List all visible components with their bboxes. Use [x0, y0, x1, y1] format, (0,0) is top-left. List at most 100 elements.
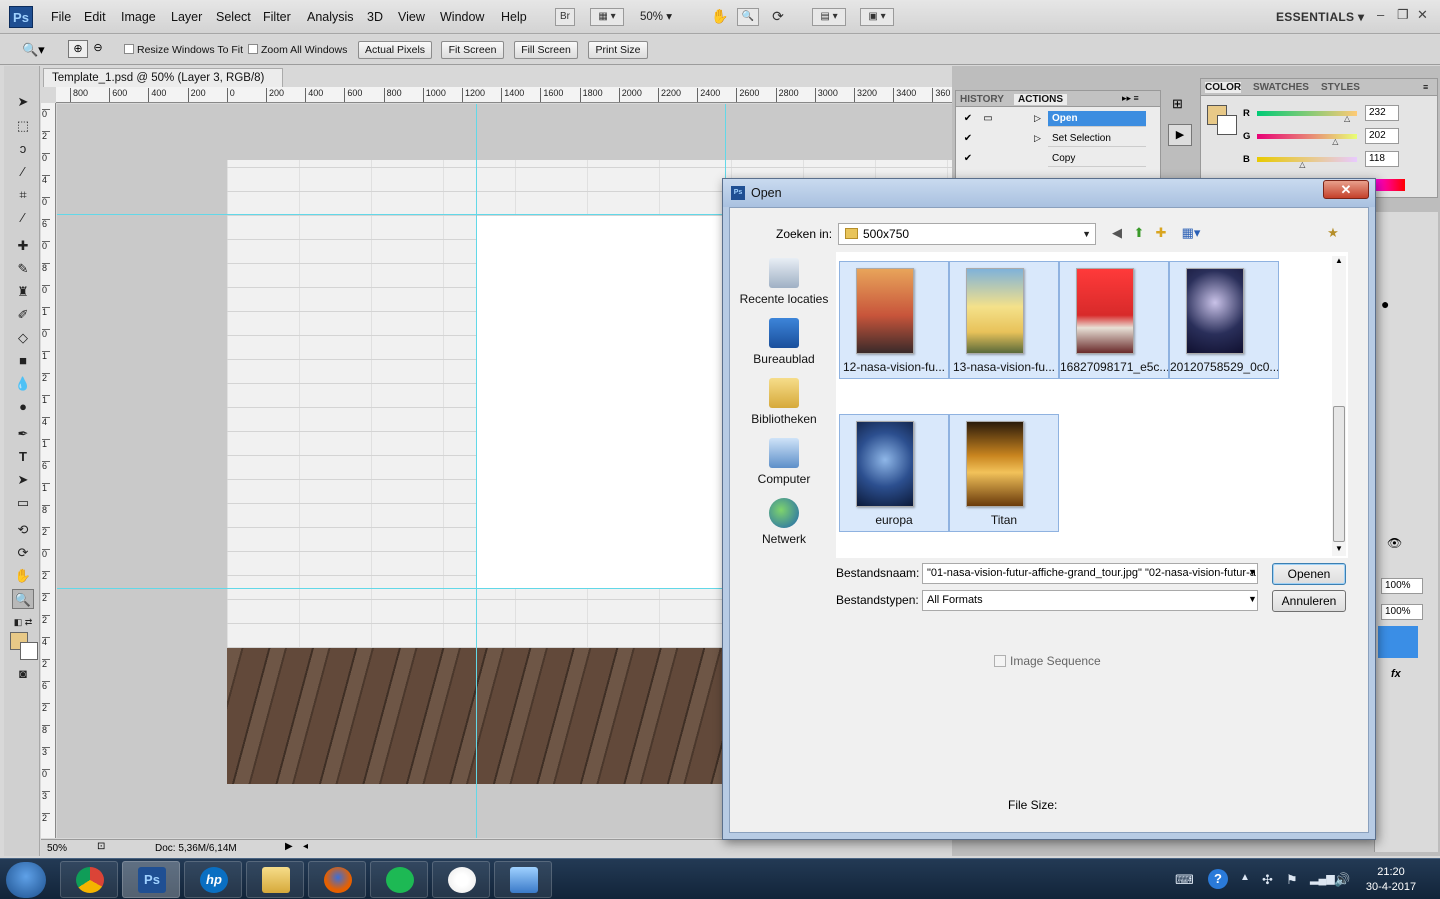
menu-view[interactable]: View [398, 10, 425, 24]
hand-tool-icon[interactable]: ✋ [12, 566, 34, 586]
eyedropper-tool-icon[interactable]: ⁄ [12, 208, 34, 228]
blur-tool-icon[interactable]: 💧 [12, 374, 34, 394]
actual-pixels-button[interactable]: Actual Pixels [358, 41, 432, 59]
document-tab[interactable]: Template_1.psd @ 50% (Layer 3, RGB/8) ✕ [43, 68, 283, 102]
shape-tool-icon[interactable]: ▭ [12, 493, 34, 513]
tab-styles[interactable]: STYLES [1321, 82, 1360, 93]
menu-filter[interactable]: Filter [263, 10, 291, 24]
action-open[interactable]: Open [1048, 111, 1146, 127]
clock[interactable]: 21:20 30-4-2017 [1358, 865, 1424, 895]
selected-layer-row[interactable] [1378, 626, 1418, 658]
dodge-tool-icon[interactable]: ● [12, 397, 34, 417]
quick-mask-icon[interactable]: ◙ [12, 664, 34, 684]
menu-edit[interactable]: Edit [84, 10, 106, 24]
expand-triangle-icon[interactable]: ▷ [1034, 113, 1041, 124]
help-icon[interactable]: ? [1208, 869, 1228, 889]
taskbar-explorer[interactable] [246, 861, 304, 898]
pen-tool-icon[interactable]: ✒ [12, 424, 34, 444]
background-color-swatch[interactable] [20, 642, 38, 660]
file-item[interactable]: Titan [949, 414, 1059, 532]
swap-colors-icon[interactable]: ◧ ⇄ [12, 612, 34, 632]
brush-tool-icon[interactable]: ✎ [12, 259, 34, 279]
menu-window[interactable]: Window [440, 10, 484, 24]
red-channel-slider[interactable]: R 232 △ [1241, 105, 1411, 123]
image-sequence-checkbox[interactable]: Image Sequence [994, 654, 1101, 668]
action-toggle-check-icon[interactable]: ✔ [962, 133, 974, 145]
status-menu-arrow-icon[interactable]: ▶ [285, 841, 293, 852]
new-folder-icon[interactable]: ✚ [1152, 224, 1170, 242]
favorites-folder-icon[interactable]: ★ [1324, 224, 1342, 242]
menu-analysis[interactable]: Analysis [307, 10, 354, 24]
chevron-down-icon[interactable]: ▼ [1248, 567, 1257, 577]
tab-actions[interactable]: ACTIONS [1014, 94, 1067, 105]
menu-3d[interactable]: 3D [367, 10, 383, 24]
restore-icon[interactable]: ❐ [1397, 7, 1409, 23]
action-copy[interactable]: Copy [1048, 151, 1146, 167]
zoom-level-select[interactable]: 50% ▾ [640, 9, 688, 26]
crop-tool-icon[interactable]: ⌗ [12, 185, 34, 205]
taskbar-paint[interactable] [432, 861, 490, 898]
slider-knob-icon[interactable]: △ [1332, 137, 1338, 146]
action-toggle-check-icon[interactable]: ✔ [962, 153, 974, 165]
panel-menu-icon[interactable]: ≡ [1423, 82, 1428, 92]
filetype-select[interactable]: All Formats [922, 590, 1258, 611]
workspace-switcher[interactable]: ESSENTIALS ▾ [1276, 10, 1364, 24]
tab-swatches[interactable]: SWATCHES [1253, 82, 1309, 93]
zoom-all-windows-checkbox[interactable]: Zoom All Windows [248, 44, 347, 56]
3d-rotate-tool-icon[interactable]: ⟲ [12, 520, 34, 540]
file-item[interactable]: europa [839, 414, 949, 532]
tab-history[interactable]: HISTORY [960, 94, 1004, 105]
opacity-field[interactable]: 100% [1381, 578, 1423, 594]
bridge-button[interactable]: Br [555, 8, 575, 26]
fit-screen-button[interactable]: Fit Screen [441, 41, 504, 59]
file-item[interactable]: 13-nasa-vision-fu... [949, 261, 1059, 379]
place-libraries[interactable]: Bibliotheken [738, 378, 830, 426]
taskbar-chrome[interactable] [60, 861, 118, 898]
close-icon[interactable]: ✕ [1417, 7, 1428, 23]
3d-orbit-tool-icon[interactable]: ⟳ [12, 543, 34, 563]
quick-selection-tool-icon[interactable]: ⁄ [12, 162, 34, 182]
file-list-scrollbar[interactable]: ▲ ▼ [1332, 256, 1346, 556]
action-toggle-check-icon[interactable]: ✔ [962, 113, 974, 125]
action-set-selection[interactable]: Set Selection [1048, 131, 1146, 147]
menu-help[interactable]: Help [501, 10, 527, 24]
resize-windows-checkbox[interactable]: Resize Windows To Fit [124, 44, 243, 56]
look-in-combo[interactable]: 500x750 ▼ [838, 223, 1096, 245]
view-extras-icon[interactable]: ▦ ▾ [590, 8, 624, 26]
taskbar-spotify[interactable] [370, 861, 428, 898]
hand-tool-icon[interactable]: ✋ [710, 8, 730, 26]
screen-mode-icon[interactable]: ▣ ▾ [860, 8, 894, 26]
tab-color[interactable]: COLOR [1205, 82, 1242, 93]
taskbar-image-viewer[interactable] [494, 861, 552, 898]
scroll-up-icon[interactable]: ▲ [1335, 256, 1343, 265]
history-panel-icon[interactable]: ⊞ [1172, 96, 1183, 112]
status-info-icon[interactable]: ⊡ [97, 841, 105, 852]
scroll-left-icon[interactable]: ◂ [303, 841, 308, 852]
file-item[interactable]: 20120758529_0c0... [1169, 261, 1279, 379]
expand-triangle-icon[interactable]: ▷ [1034, 133, 1041, 144]
path-selection-tool-icon[interactable]: ➤ [12, 470, 34, 490]
status-zoom[interactable]: 50% [47, 843, 67, 854]
view-menu-icon[interactable]: ▦▾ [1178, 224, 1204, 242]
action-center-flag-icon[interactable]: ⚑ [1286, 872, 1298, 888]
place-computer[interactable]: Computer [738, 438, 830, 486]
keyboard-icon[interactable]: ⌨ [1175, 872, 1194, 888]
taskbar-firefox[interactable] [308, 861, 366, 898]
menu-layer[interactable]: Layer [171, 10, 202, 24]
taskbar-hp[interactable]: hp [184, 861, 242, 898]
scrollbar-thumb[interactable] [1333, 406, 1345, 542]
menu-file[interactable]: File [51, 10, 71, 24]
green-channel-slider[interactable]: G 202 △ [1241, 128, 1411, 146]
blue-channel-slider[interactable]: B 118 △ [1241, 151, 1411, 169]
fill-field[interactable]: 100% [1381, 604, 1423, 620]
rotate-view-icon[interactable]: ⟳ [768, 8, 788, 26]
place-network[interactable]: Netwerk [738, 498, 830, 546]
fill-screen-button[interactable]: Fill Screen [514, 41, 578, 59]
type-tool-icon[interactable]: T [12, 447, 34, 467]
green-value[interactable]: 202 [1365, 128, 1399, 144]
zoom-tool-icon[interactable]: 🔍 [12, 589, 34, 609]
clone-stamp-tool-icon[interactable]: ♜ [12, 282, 34, 302]
lasso-tool-icon[interactable]: ↄ [12, 139, 34, 159]
volume-icon[interactable]: 🔊 [1334, 872, 1350, 888]
eraser-tool-icon[interactable]: ◇ [12, 328, 34, 348]
